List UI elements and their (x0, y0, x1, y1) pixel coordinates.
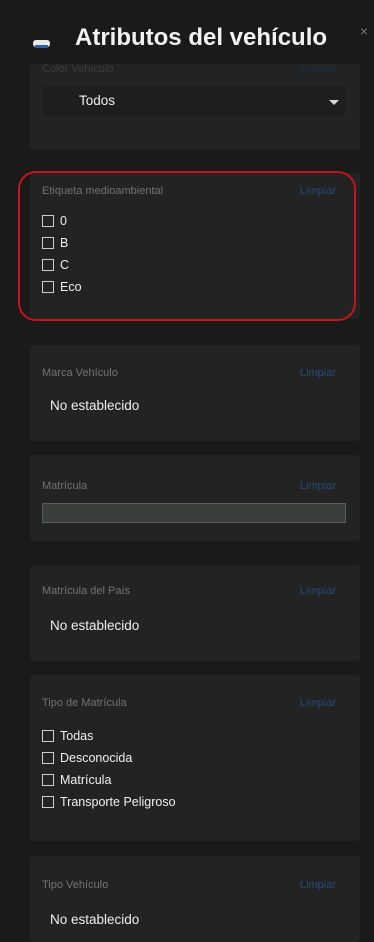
checkbox[interactable] (42, 773, 54, 786)
plate-type-option-label: Desconocida (60, 750, 133, 765)
color-select[interactable]: Todos (43, 86, 345, 116)
eco-label-clear-link[interactable]: Limpiar (300, 185, 336, 197)
plate-country-card: Matrícula del País Limpiar No establecid… (30, 565, 360, 661)
checkbox[interactable] (42, 258, 54, 271)
plate-type-clear-link[interactable]: Limpiar (300, 697, 336, 709)
checkbox[interactable] (42, 751, 54, 764)
eco-option-0[interactable]: 0 (42, 212, 67, 229)
vehicle-type-label: Tipo Vehículo (42, 879, 109, 891)
color-label: Color Vehículo (42, 63, 114, 75)
color-card: Color Vehículo Limpiar Todos (30, 63, 360, 150)
brand-clear-link[interactable]: Limpiar (300, 367, 336, 379)
plate-type-card: Tipo de Matrícula Limpiar Todas Desconoc… (30, 675, 360, 841)
close-icon[interactable]: × (360, 24, 368, 38)
color-select-value: Todos (79, 93, 116, 108)
plate-card: Matrícula Limpiar (30, 455, 360, 541)
checkbox[interactable] (42, 795, 54, 808)
checkbox[interactable] (42, 729, 54, 742)
plate-type-option-matricula[interactable]: Matrícula (42, 771, 111, 788)
plate-type-option-transporte-peligroso[interactable]: Transporte Peligroso (42, 793, 176, 810)
eco-option-label: C (60, 257, 70, 272)
plate-clear-link[interactable]: Limpiar (300, 480, 336, 492)
plate-label: Matrícula (42, 480, 88, 492)
plate-type-option-label: Matrícula (60, 772, 112, 787)
checkbox[interactable] (42, 214, 54, 227)
eco-option-c[interactable]: C (42, 256, 69, 273)
eco-option-label: B (60, 235, 69, 250)
eco-label-label: Etiqueta medioambiental (42, 185, 164, 197)
panel-header: Atributos del vehículo × (0, 0, 374, 64)
brand-card: Marca Vehículo Limpiar No establecido (30, 345, 360, 441)
vehicle-attributes-panel: Atributos del vehículo × Color Vehículo … (0, 0, 374, 942)
eco-option-label: Eco (60, 279, 82, 294)
brand-value[interactable]: No establecido (50, 398, 139, 413)
eco-option-eco[interactable]: Eco (42, 278, 82, 295)
plate-type-option-desconocida[interactable]: Desconocida (42, 749, 132, 766)
eco-option-label: 0 (60, 213, 67, 228)
plate-type-option-label: Todas (60, 728, 94, 743)
plate-type-option-label: Transporte Peligroso (60, 794, 176, 809)
plate-input[interactable] (42, 503, 346, 523)
plate-country-value[interactable]: No establecido (50, 618, 139, 633)
plate-country-label: Matrícula del País (42, 585, 131, 597)
checkbox[interactable] (42, 236, 54, 249)
color-clear-link[interactable]: Limpiar (300, 63, 336, 75)
vehicle-type-card: Tipo Vehículo Limpiar No establecido (30, 856, 360, 942)
eco-option-b[interactable]: B (42, 234, 68, 251)
brand-label: Marca Vehículo (42, 367, 118, 379)
checkbox[interactable] (42, 280, 54, 293)
vehicle-icon (33, 40, 50, 48)
panel-title: Atributos del vehículo (75, 24, 328, 51)
plate-type-option-todas[interactable]: Todas (42, 727, 93, 744)
vehicle-type-value[interactable]: No establecido (50, 912, 139, 927)
vehicle-type-clear-link[interactable]: Limpiar (300, 879, 336, 891)
eco-label-card: Etiqueta medioambiental Limpiar 0 B C Ec… (30, 173, 360, 319)
chevron-down-icon (329, 100, 339, 105)
plate-country-clear-link[interactable]: Limpiar (300, 585, 336, 597)
plate-type-label: Tipo de Matrícula (42, 697, 127, 709)
